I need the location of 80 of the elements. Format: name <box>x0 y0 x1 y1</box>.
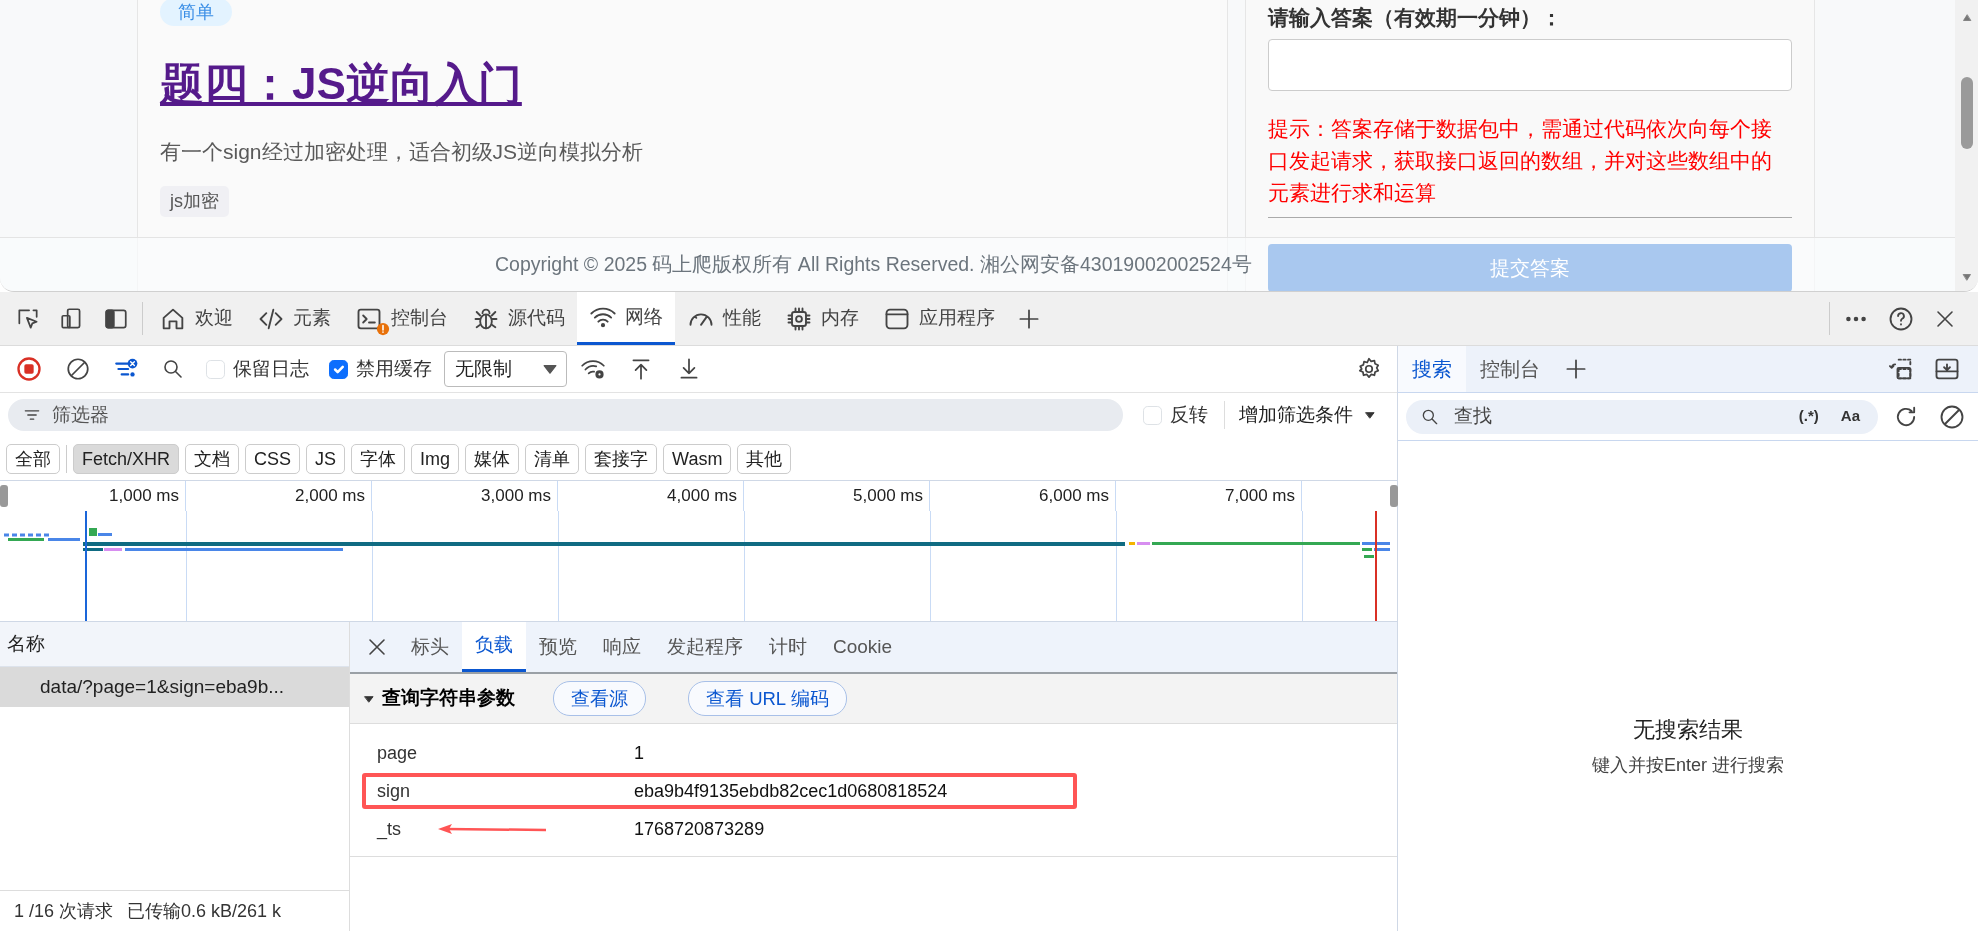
drawer-tab[interactable]: 控制台 <box>1466 346 1554 392</box>
type-filter-button[interactable]: 字体 <box>351 443 406 474</box>
empty-title: 无搜索结果 <box>1633 716 1743 744</box>
param-value: 1768720873289 <box>634 817 765 841</box>
detail-tab[interactable]: 发起程序 <box>654 622 756 672</box>
checkbox-label: 反转 <box>1170 402 1208 427</box>
match-case-toggle[interactable]: Aa <box>1836 405 1864 428</box>
scrollbar-thumb[interactable] <box>1960 77 1973 149</box>
param-name: sign <box>377 780 411 801</box>
request-row[interactable]: data/?page=1&sign=eba9b... <box>0 667 349 707</box>
devtools-tab[interactable]: 内存 <box>773 292 871 345</box>
devtools-tab[interactable]: 源代码 <box>460 292 577 345</box>
type-filter-button[interactable]: JS <box>306 443 346 474</box>
difficulty-tag: 简单 <box>160 0 232 26</box>
param-name: page <box>377 742 418 763</box>
scrollbar[interactable] <box>1955 0 1978 291</box>
range-handle[interactable] <box>1390 485 1398 507</box>
drawer-tab[interactable]: 搜索 <box>1398 346 1466 392</box>
devtools-tab[interactable]: 控制台 <box>343 292 460 345</box>
type-filter-button[interactable]: 全部 <box>6 443 60 474</box>
time-tick-label: 2,000 ms <box>186 481 372 511</box>
preserve-log-checkbox[interactable] <box>206 359 225 379</box>
devtools-tab[interactable]: 欢迎 <box>147 292 245 345</box>
type-filter-button[interactable]: 套接字 <box>585 443 658 474</box>
type-filter-button[interactable]: 清单 <box>525 443 580 474</box>
detail-tab[interactable]: 标头 <box>398 622 462 672</box>
problem-title-link[interactable]: 题四：JS逆向入门 <box>160 54 522 114</box>
record-icon[interactable] <box>15 355 43 383</box>
time-tick-label: 5,000 ms <box>744 481 930 511</box>
status-text: 1 /16 次请求 <box>14 899 114 923</box>
detail-tab[interactable]: 计时 <box>756 622 820 672</box>
invert-checkbox[interactable] <box>1143 405 1162 425</box>
search-field[interactable]: 查找 (.*) Aa <box>1406 399 1878 434</box>
type-filter-button[interactable]: Img <box>411 443 460 474</box>
answer-label: 请输入答案（有效期一分钟）： <box>1268 5 1563 31</box>
clear-icon[interactable] <box>65 356 91 382</box>
throttling-dropdown[interactable]: 无限制 <box>444 351 567 387</box>
column-header[interactable]: 名称 <box>0 622 349 667</box>
time-tick-label: 6,000 ms <box>930 481 1116 511</box>
devtools-tab[interactable]: 应用程序 <box>871 292 1007 345</box>
param-name: _ts <box>377 818 401 839</box>
detail-tab[interactable]: 响应 <box>590 622 654 672</box>
warning-icon <box>376 322 390 336</box>
problem-description: 有一个sign经过加密处理，适合初级JS逆向模拟分析 <box>160 139 645 165</box>
section-toggle[interactable]: 查询字符串参数 <box>362 684 515 713</box>
range-handle[interactable] <box>0 485 8 507</box>
type-filter-button[interactable]: Wasm <box>663 443 732 474</box>
checkbox-label: 保留日志 <box>233 356 309 381</box>
type-filter-button[interactable]: 文档 <box>185 443 240 474</box>
devtools-tab[interactable]: 网络 <box>577 292 675 345</box>
hint-text: 提示：答案存储于数据包中，需通过代码依次向每个接口发起请求，获取接口返回的数组，并对这些数组中的元素进行求和运算 <box>1268 115 1773 206</box>
view-option-button[interactable]: 查看源 <box>553 680 646 717</box>
disable-cache-checkbox[interactable] <box>329 359 348 379</box>
scroll-down-icon <box>1960 271 1973 283</box>
copyright-text: Copyright © 2025 码上爬版权所有 All Rights Reserved. 湘公网安备43019002002524号 <box>495 251 1252 277</box>
view-option-button[interactable]: 查看 URL 编码 <box>688 680 847 717</box>
param-value: eba9b4f9135ebdb82cec1d0680818524 <box>634 779 948 803</box>
checkbox-label: 禁用缓存 <box>356 356 432 381</box>
type-filter-button[interactable]: CSS <box>245 443 301 474</box>
time-tick-label: 4,000 ms <box>558 481 744 511</box>
filter-field[interactable]: 筛选器 <box>8 399 1123 431</box>
type-filter-button[interactable]: 媒体 <box>465 443 520 474</box>
param-value: 1 <box>634 741 644 765</box>
detail-tab[interactable]: 负载 <box>462 622 526 672</box>
answer-field[interactable] <box>1268 38 1792 91</box>
status-text: 已传输0.6 kB/261 k <box>127 899 282 923</box>
type-filter-button[interactable]: 其他 <box>737 443 792 474</box>
category-tag: js加密 <box>160 185 229 217</box>
more-filters-dropdown[interactable]: 增加筛选条件 <box>1224 400 1389 430</box>
detail-tab[interactable]: Cookie <box>820 622 906 672</box>
scroll-up-icon <box>1960 12 1973 24</box>
devtools-tab[interactable]: 性能 <box>675 292 773 345</box>
type-filter-button[interactable]: Fetch/XHR <box>73 443 180 474</box>
search-icon[interactable] <box>161 357 185 381</box>
time-tick-label: 3,000 ms <box>372 481 558 511</box>
detail-tab[interactable]: 预览 <box>526 622 590 672</box>
time-tick-label: 7,000 ms <box>1116 481 1302 511</box>
empty-hint: 键入并按Enter 进行搜索 <box>1592 754 1784 777</box>
devtools-tab[interactable]: 元素 <box>245 292 343 345</box>
regex-toggle[interactable]: (.*) <box>1794 405 1823 428</box>
